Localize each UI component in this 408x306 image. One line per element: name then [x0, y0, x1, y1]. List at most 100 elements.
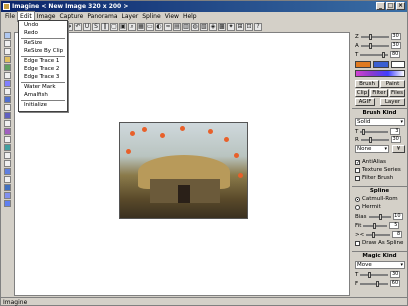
- maximize-button[interactable]: □: [386, 2, 395, 10]
- brush-mode-button[interactable]: ¥: [392, 145, 405, 153]
- help-icon[interactable]: ?: [254, 22, 262, 31]
- menu-item-resize[interactable]: ReSize: [19, 40, 67, 48]
- menu-item-water-mark[interactable]: Water Mark: [19, 84, 67, 92]
- filter-button[interactable]: Filter: [370, 89, 388, 97]
- image-icon[interactable]: ▣: [119, 22, 127, 31]
- smudge-tool-icon[interactable]: [4, 168, 11, 175]
- menu-panorama[interactable]: Panorama: [85, 12, 119, 21]
- paste-tool-icon[interactable]: [4, 48, 11, 55]
- menu-item-edge-trace-2[interactable]: Edge Trace 2: [19, 66, 67, 74]
- eraser-tool-icon[interactable]: [4, 176, 11, 183]
- line-tool-icon[interactable]: [4, 88, 11, 95]
- spray-tool-icon[interactable]: [4, 120, 11, 127]
- brush-mode-select[interactable]: None: [355, 145, 389, 153]
- menu-file[interactable]: File: [3, 12, 17, 21]
- arrow-right-icon[interactable]: [4, 200, 11, 207]
- bias-value[interactable]: 10: [392, 213, 403, 220]
- color-gradient-picker[interactable]: [355, 70, 405, 77]
- t-value[interactable]: 80: [390, 51, 401, 58]
- menu-spline[interactable]: Spline: [140, 12, 162, 21]
- menu-item-edge-trace-3[interactable]: Edge Trace 3: [19, 74, 67, 82]
- grid-icon[interactable]: ▦: [137, 22, 145, 31]
- menu-item-redo[interactable]: Redo: [19, 30, 67, 38]
- film-icon[interactable]: ▩: [218, 22, 226, 31]
- pencil-tool-icon[interactable]: [4, 64, 11, 71]
- accent-swatch[interactable]: [355, 61, 371, 68]
- texture-series-checkbox[interactable]: Texture Series: [355, 167, 401, 173]
- text-tool-icon[interactable]: [4, 144, 11, 151]
- color-icon[interactable]: ◐: [155, 22, 163, 31]
- polygon-tool-icon[interactable]: [4, 112, 11, 119]
- draw-as-spline-checkbox[interactable]: Draw As Spline: [355, 240, 403, 246]
- t-slider[interactable]: [360, 51, 389, 58]
- select-tool-icon[interactable]: [4, 32, 11, 39]
- separator-icon[interactable]: ‖: [101, 22, 109, 31]
- brush-t-slider[interactable]: [360, 128, 389, 135]
- scan-icon[interactable]: ▥: [182, 22, 190, 31]
- menu-layer[interactable]: Layer: [120, 12, 141, 21]
- brush-r-value[interactable]: 30: [390, 136, 401, 143]
- fill-tool-icon[interactable]: [4, 56, 11, 63]
- menu-item-edge-trace-1[interactable]: Edge Trace 1: [19, 58, 67, 66]
- fit-value[interactable]: 5: [389, 222, 400, 229]
- magic-f-slider[interactable]: [360, 280, 389, 287]
- brush-t-value[interactable]: 3: [390, 128, 401, 135]
- magic-t-value[interactable]: 30: [390, 271, 401, 278]
- blur-tool-icon[interactable]: [4, 152, 11, 159]
- print-icon[interactable]: ▤: [173, 22, 181, 31]
- brush-button[interactable]: Brush: [355, 80, 379, 88]
- crop-icon[interactable]: ⊞: [236, 22, 244, 31]
- ellipse-tool-icon[interactable]: [4, 104, 11, 111]
- eyedrop-tool-icon[interactable]: [4, 72, 11, 79]
- magic-kind-select[interactable]: Move: [355, 261, 405, 269]
- sharpen-tool-icon[interactable]: [4, 160, 11, 167]
- globe-icon[interactable]: ◍: [191, 22, 199, 31]
- fit-slider[interactable]: [363, 222, 388, 229]
- filter-icon[interactable]: ⊡: [245, 22, 253, 31]
- foreground-color-swatch[interactable]: [373, 61, 389, 68]
- a-value[interactable]: 30: [390, 42, 401, 49]
- brush-tool-icon[interactable]: [4, 80, 11, 87]
- magic-tool-icon[interactable]: [4, 128, 11, 135]
- tension-value[interactable]: 8: [392, 231, 403, 238]
- arrow-left-icon[interactable]: [4, 192, 11, 199]
- underline-icon[interactable]: U: [83, 22, 91, 31]
- frame-icon[interactable]: ▭: [146, 22, 154, 31]
- menu-item-resize-by-clip[interactable]: ReSize By Clip: [19, 48, 67, 56]
- zoom-icon[interactable]: ⌕: [128, 22, 136, 31]
- layer-button[interactable]: Layer: [380, 98, 405, 106]
- move-tool-icon[interactable]: [4, 184, 11, 191]
- hermit-radio[interactable]: Hermit: [355, 204, 381, 210]
- copy-tool-icon[interactable]: [4, 40, 11, 47]
- menu-help[interactable]: Help: [181, 12, 199, 21]
- wave-icon[interactable]: ≈: [164, 22, 172, 31]
- tension-slider[interactable]: [366, 231, 391, 238]
- files-button[interactable]: Files: [389, 89, 405, 97]
- filter-brush-checkbox[interactable]: Filter Brush: [355, 175, 393, 181]
- stars-icon[interactable]: ✦: [227, 22, 235, 31]
- magic-t-slider[interactable]: [360, 271, 389, 278]
- background-color-swatch[interactable]: [391, 61, 405, 68]
- paint-button[interactable]: Paint: [380, 80, 405, 88]
- a-slider[interactable]: [360, 42, 389, 49]
- z-slider[interactable]: [360, 33, 389, 40]
- close-button[interactable]: ×: [396, 2, 405, 10]
- z-value[interactable]: 30: [390, 33, 401, 40]
- undo-icon[interactable]: ↶: [74, 22, 82, 31]
- catmull-rom-radio[interactable]: Catmull-Rom: [355, 196, 398, 202]
- bias-slider[interactable]: [368, 213, 391, 220]
- clip-button[interactable]: Clip: [355, 89, 369, 97]
- paint-icon[interactable]: ◈: [209, 22, 217, 31]
- menu-item-undo[interactable]: Undo: [19, 22, 67, 30]
- menu-item-amalfish[interactable]: Amalfish: [19, 92, 67, 100]
- minimize-button[interactable]: _: [376, 2, 385, 10]
- image-canvas[interactable]: [119, 122, 248, 219]
- clone-tool-icon[interactable]: [4, 136, 11, 143]
- brush-r-slider[interactable]: [360, 136, 389, 143]
- square-icon[interactable]: ▢: [110, 22, 118, 31]
- rect-tool-icon[interactable]: [4, 96, 11, 103]
- layers-icon[interactable]: ▧: [200, 22, 208, 31]
- text-icon[interactable]: S: [92, 22, 100, 31]
- menu-item-initialize[interactable]: Initialize: [19, 102, 67, 110]
- menu-view[interactable]: View: [163, 12, 181, 21]
